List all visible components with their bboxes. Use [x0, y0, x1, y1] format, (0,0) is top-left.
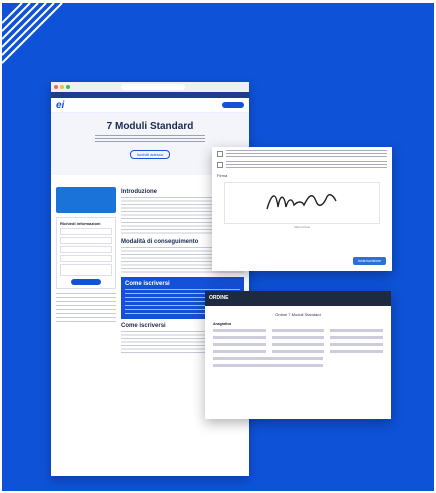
order-row [205, 334, 391, 341]
close-dot-icon [54, 85, 58, 89]
form-title: Richiedi informazioni [60, 221, 101, 226]
maximize-dot-icon [66, 85, 70, 89]
order-section-title: Anagrafica [213, 322, 232, 326]
order-header: ORDINE [205, 291, 391, 306]
hero-subtitle [95, 135, 205, 143]
submit-button[interactable] [71, 279, 101, 285]
order-title: Ordine 7 Moduli Standard [275, 312, 321, 317]
order-row [205, 348, 391, 355]
order-row [205, 362, 391, 369]
consent-checkbox[interactable] [217, 151, 223, 157]
consent-checkbox-2[interactable] [217, 162, 223, 168]
order-card: ORDINE Ordine 7 Moduli Standard Anagrafi… [205, 291, 391, 419]
phone-field[interactable] [60, 255, 112, 262]
nav-cta-button[interactable] [222, 102, 244, 108]
order-row [205, 355, 391, 362]
page-title: 7 Moduli Standard [106, 121, 194, 132]
site-navigation: ei [51, 98, 249, 113]
name-field[interactable] [60, 228, 112, 235]
consent-checkbox-row-2 [212, 158, 392, 169]
promo-background: ei 7 Moduli Standard Iscriviti adesso Ri… [2, 3, 434, 491]
browser-chrome [51, 82, 249, 92]
sidebar: Richiedi informazioni [56, 187, 116, 356]
hero-button[interactable]: Iscriviti adesso [129, 150, 171, 159]
email-field[interactable] [60, 246, 112, 253]
consent-checkbox-row [212, 147, 392, 158]
signature-card: Firma Mario Rossi Invia iscrizione [212, 147, 392, 271]
minimize-dot-icon [60, 85, 64, 89]
signature-drawing [266, 194, 337, 210]
consent-text-2 [226, 161, 387, 169]
decorative-stripes [2, 3, 63, 64]
submit-signature-button[interactable]: Invia iscrizione [353, 257, 386, 265]
signature-label: Firma [217, 173, 228, 178]
order-row [205, 341, 391, 348]
signature-caption: Mario Rossi [294, 225, 310, 229]
surname-field[interactable] [60, 237, 112, 244]
course-image [56, 187, 116, 213]
info-request-form: Richiedi informazioni [56, 217, 116, 289]
message-field[interactable] [60, 264, 112, 276]
sidebar-text [56, 293, 116, 323]
signup-box-title: Come iscriversi [125, 281, 170, 287]
signature-pad[interactable] [224, 182, 380, 224]
consent-text [226, 150, 387, 158]
site-logo[interactable]: ei [56, 100, 64, 111]
order-row [205, 327, 391, 334]
address-bar[interactable] [121, 84, 185, 90]
